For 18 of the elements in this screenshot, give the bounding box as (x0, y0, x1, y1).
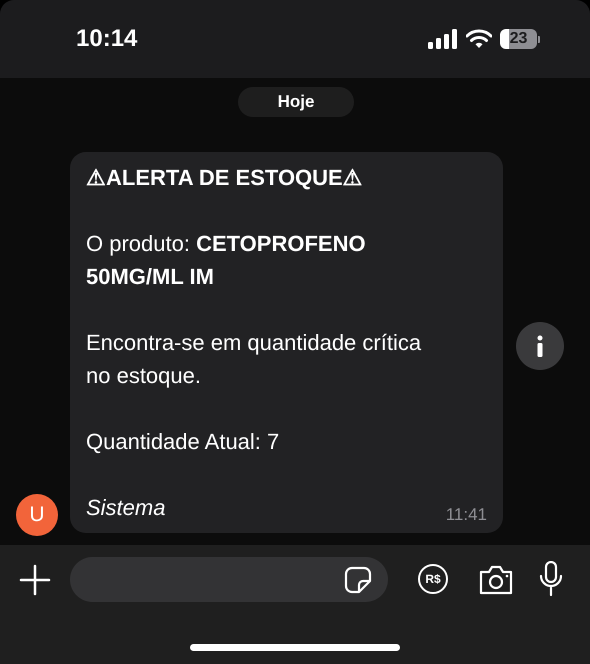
sticker-icon[interactable] (344, 566, 372, 594)
microphone-button[interactable] (538, 561, 564, 597)
message-time: 11:41 (446, 505, 487, 525)
message-title: ⚠ALERTA DE ESTOQUE⚠ (86, 164, 364, 192)
camera-button[interactable] (478, 565, 514, 595)
signal-icon (428, 29, 458, 49)
info-button[interactable] (516, 322, 564, 370)
info-icon[interactable] (536, 335, 544, 357)
message-text: Encontra-se em quantidade crítica no estoque. (86, 329, 422, 390)
message-text: O produto: CETOPROFENO 50MG/ML IM (86, 230, 367, 291)
wifi-icon (466, 29, 492, 49)
message-text: Quantidade Atual: 7 (86, 428, 280, 456)
battery-level: 23 (500, 29, 537, 49)
message-signature: Sistema (86, 494, 166, 522)
payment-button[interactable]: R$ (418, 564, 448, 594)
date-chip: Hoje (238, 87, 354, 117)
status-time: 10:14 (76, 24, 138, 54)
message-input[interactable] (70, 557, 388, 602)
